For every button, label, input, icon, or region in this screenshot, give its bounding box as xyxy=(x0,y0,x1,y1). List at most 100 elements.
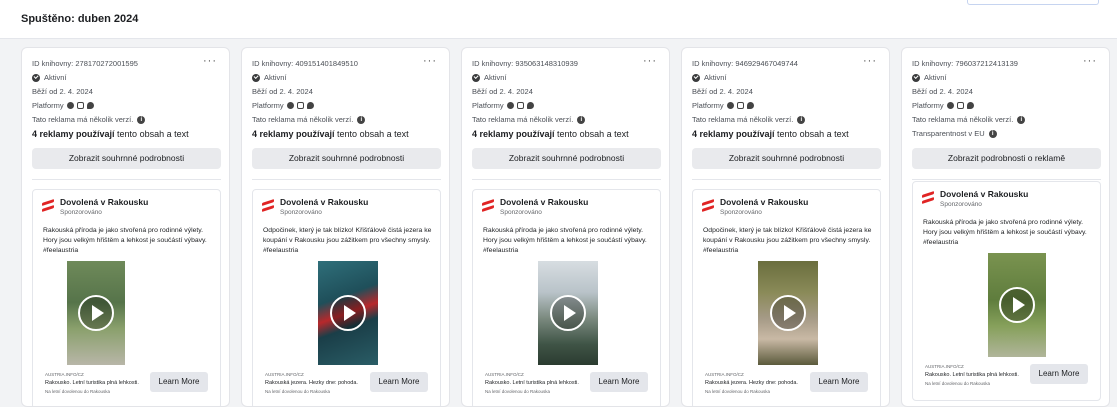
multi-version-note: Tato reklama má několik verzí. i xyxy=(912,115,1026,124)
status-badge: Aktivní xyxy=(472,73,507,82)
show-summary-button[interactable]: Zobrazit souhrnné podrobnosti xyxy=(252,148,441,169)
more-options-icon[interactable]: ··· xyxy=(203,55,217,67)
usage-count: 4 reklamy používají tento obsah a text xyxy=(252,129,409,139)
ad-subline: Na letní dovolenou do Rakouska xyxy=(925,381,991,386)
facebook-icon xyxy=(946,102,954,109)
ad-preview: Dovolená v Rakousku Sponzorováno Rakousk… xyxy=(472,189,661,406)
sponsored-label: Sponzorováno xyxy=(280,209,322,216)
status-badge: Aktivní xyxy=(32,73,67,82)
play-icon[interactable] xyxy=(550,295,586,331)
ad-video[interactable] xyxy=(318,261,378,365)
ad-body-text: Odpočinek, který je tak blízko! Křišťálo… xyxy=(703,227,872,254)
learn-more-button[interactable]: Learn More xyxy=(810,372,868,392)
play-icon[interactable] xyxy=(770,295,806,331)
info-icon[interactable]: i xyxy=(988,129,997,138)
status-text: Aktivní xyxy=(484,73,507,82)
status-text: Aktivní xyxy=(704,73,727,82)
learn-more-button[interactable]: Learn More xyxy=(370,372,428,392)
advertiser-name[interactable]: Dovolená v Rakousku xyxy=(940,189,1028,199)
more-options-icon[interactable]: ··· xyxy=(423,55,437,67)
status-text: Aktivní xyxy=(44,73,67,82)
more-options-icon[interactable]: ··· xyxy=(1083,55,1097,67)
instagram-icon xyxy=(76,102,84,109)
top-bar: Spuštěno: duben 2024 xyxy=(0,0,1117,39)
show-ad-details-button[interactable]: Zobrazit podrobnosti o reklamě xyxy=(912,148,1101,169)
advertiser-name[interactable]: Dovolená v Rakousku xyxy=(280,197,368,207)
show-summary-button[interactable]: Zobrazit souhrnné podrobnosti xyxy=(32,148,221,169)
ad-card: ID knihovny: 946929467049744 ··· Aktivní… xyxy=(681,47,890,407)
play-icon[interactable] xyxy=(78,295,114,331)
ad-headline: Rakousko. Letní turistika plná lehkosti. xyxy=(45,380,139,386)
multi-version-note: Tato reklama má několik verzí. i xyxy=(32,115,146,124)
eu-transparency[interactable]: Transparentnost v EU i xyxy=(912,129,997,138)
play-icon[interactable] xyxy=(330,295,366,331)
facebook-icon xyxy=(506,102,514,109)
running-since: Běží od 2. 4. 2024 xyxy=(472,87,533,96)
running-since: Běží od 2. 4. 2024 xyxy=(692,87,753,96)
ad-video[interactable] xyxy=(988,253,1046,357)
instagram-icon xyxy=(956,102,964,109)
info-icon[interactable]: i xyxy=(797,115,806,124)
status-text: Aktivní xyxy=(924,73,947,82)
platforms-row: Platformy xyxy=(252,101,314,110)
ad-card: ID knihovny: 796037212413139 ··· Aktivní… xyxy=(901,47,1110,407)
advertiser-name[interactable]: Dovolená v Rakousku xyxy=(720,197,808,207)
check-circle-icon xyxy=(472,73,480,82)
ad-subline: Na letní dovolenou do Rakouska xyxy=(45,389,111,394)
check-circle-icon xyxy=(32,73,40,82)
more-options-icon[interactable]: ··· xyxy=(643,55,657,67)
facebook-icon xyxy=(66,102,74,109)
multi-version-note: Tato reklama má několik verzí. i xyxy=(692,115,806,124)
ad-preview: Dovolená v Rakousku Sponzorováno Odpočin… xyxy=(252,189,441,406)
more-options-icon[interactable]: ··· xyxy=(863,55,877,67)
ad-preview: Dovolená v Rakousku Sponzorováno Odpočin… xyxy=(692,189,881,406)
advertiser-name[interactable]: Dovolená v Rakousku xyxy=(500,197,588,207)
ad-preview: Dovolená v Rakousku Sponzorováno Rakousk… xyxy=(32,189,221,406)
status-badge: Aktivní xyxy=(692,73,727,82)
info-icon[interactable]: i xyxy=(137,115,146,124)
messenger-icon xyxy=(306,102,314,109)
ad-card: ID knihovny: 278170272001595 ··· Aktivní… xyxy=(21,47,230,407)
ad-body-text: Rakouská příroda je jako stvořená pro ro… xyxy=(923,219,1087,246)
top-right-control-edge[interactable] xyxy=(967,0,1099,5)
austria-flag-logo-icon xyxy=(482,199,494,212)
multi-version-note: Tato reklama má několik verzí. i xyxy=(472,115,586,124)
check-circle-icon xyxy=(252,73,260,82)
learn-more-button[interactable]: Learn More xyxy=(150,372,208,392)
learn-more-button[interactable]: Learn More xyxy=(1030,364,1088,384)
ad-source-domain: AUSTRIA.INFO/CZ xyxy=(265,372,304,377)
status-badge: Aktivní xyxy=(252,73,287,82)
info-icon[interactable]: i xyxy=(1017,115,1026,124)
platforms-row: Platformy xyxy=(32,101,94,110)
library-id: ID knihovny: 946929467049744 xyxy=(692,59,798,68)
messenger-icon xyxy=(86,102,94,109)
advertiser-name[interactable]: Dovolená v Rakousku xyxy=(60,197,148,207)
austria-flag-logo-icon xyxy=(42,199,54,212)
messenger-icon xyxy=(746,102,754,109)
platforms-row: Platformy xyxy=(692,101,754,110)
ad-source-domain: AUSTRIA.INFO/CZ xyxy=(705,372,744,377)
ad-video[interactable] xyxy=(758,261,818,365)
play-icon[interactable] xyxy=(999,287,1035,323)
learn-more-button[interactable]: Learn More xyxy=(590,372,648,392)
ad-video[interactable] xyxy=(538,261,598,365)
sponsored-label: Sponzorováno xyxy=(60,209,102,216)
platforms-label: Platformy xyxy=(912,101,944,110)
ad-headline: Rakousko. Letní turistika plná lehkosti. xyxy=(925,372,1019,378)
sponsored-label: Sponzorováno xyxy=(720,209,762,216)
info-icon[interactable]: i xyxy=(577,115,586,124)
ad-video[interactable] xyxy=(67,261,125,365)
ad-source-domain: AUSTRIA.INFO/CZ xyxy=(45,372,84,377)
check-circle-icon xyxy=(692,73,700,82)
info-icon[interactable]: i xyxy=(357,115,366,124)
running-since: Běží od 2. 4. 2024 xyxy=(252,87,313,96)
show-summary-button[interactable]: Zobrazit souhrnné podrobnosti xyxy=(692,148,881,169)
library-id: ID knihovny: 935063148310939 xyxy=(472,59,578,68)
library-id: ID knihovny: 796037212413139 xyxy=(912,59,1018,68)
platforms-row: Platformy xyxy=(912,101,974,110)
status-badge: Aktivní xyxy=(912,73,947,82)
show-summary-button[interactable]: Zobrazit souhrnné podrobnosti xyxy=(472,148,661,169)
facebook-icon xyxy=(726,102,734,109)
platforms-label: Platformy xyxy=(472,101,504,110)
instagram-icon xyxy=(736,102,744,109)
